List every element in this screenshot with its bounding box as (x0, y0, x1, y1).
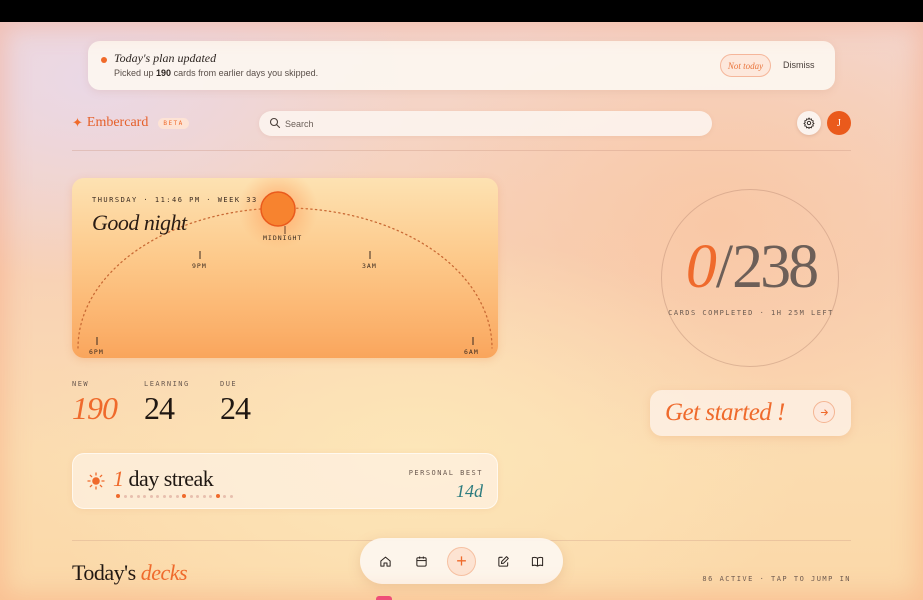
streak-history (116, 494, 233, 498)
stat-learning-label: LEARNING (144, 380, 190, 388)
spark-icon: ✦ (72, 115, 83, 130)
sun-icon (260, 191, 296, 227)
search-input[interactable] (285, 111, 705, 136)
day-progress-card: THURSDAY · 11:46 PM · WEEK 33 Good night… (72, 178, 498, 358)
cards-total: 238 (732, 233, 819, 301)
brand-name: Embercard (86, 115, 149, 130)
streak-day (130, 494, 133, 498)
personal-best-label: PERSONAL BEST (408, 469, 483, 477)
streak-day (123, 494, 127, 498)
personal-best-value: 14d (456, 481, 483, 501)
partial-element (376, 596, 392, 600)
bottom-nav: + (360, 538, 563, 584)
edit-icon (497, 555, 509, 567)
streak-day (223, 494, 226, 498)
decks-heading-accent: decks (140, 560, 188, 585)
streak-day (149, 494, 153, 498)
header-divider (72, 150, 851, 151)
gear-icon (803, 117, 815, 129)
stat-due: DUE 24 (220, 380, 251, 427)
cards-completed: 0 (685, 233, 717, 301)
cards-progress-ring: 0/238 CARDS COMPLETED · 1H 25M LEFT (661, 189, 839, 367)
streak-day (136, 494, 140, 498)
not-today-button[interactable]: Not today (720, 54, 771, 77)
streak-day (189, 494, 193, 498)
stat-due-label: DUE (220, 380, 238, 388)
sun-icon (87, 472, 105, 490)
get-started-button[interactable]: Get started ! (650, 390, 851, 436)
streak-day (209, 494, 212, 498)
label-midnight: MIDNIGHT (263, 234, 303, 242)
settings-button[interactable] (797, 111, 821, 135)
streak-day (156, 494, 159, 498)
brand[interactable]: ✦ Embercard BETA (72, 115, 189, 131)
greeting: Good night (92, 210, 187, 235)
streak-text: 1 day streak (113, 466, 214, 492)
stat-learning: LEARNING 24 (144, 380, 190, 427)
streak-day (196, 494, 199, 498)
streak-day (215, 494, 220, 498)
stat-new-label: NEW (72, 380, 90, 388)
decks-heading-plain: Today's (72, 560, 141, 585)
home-icon (379, 556, 391, 567)
streak-day (229, 494, 233, 498)
streak-label: day streak (128, 466, 214, 491)
nav-home[interactable] (376, 552, 394, 570)
sun-arc (77, 178, 493, 349)
app-window: Today's plan updated Picked up 190 cards… (0, 22, 923, 600)
stat-due-value: 24 (220, 390, 251, 426)
label-9pm: 9PM (192, 262, 207, 270)
streak-day (202, 494, 206, 498)
notice-body-prefix: Picked up (114, 68, 157, 78)
dismiss-button[interactable]: Dismiss (783, 60, 815, 70)
notice-title: Today's plan updated (114, 51, 217, 65)
cards-progress-count: 0/238 (662, 232, 840, 303)
streak-day (182, 494, 186, 498)
plan-updated-notice: Today's plan updated Picked up 190 cards… (88, 41, 835, 90)
notice-body: Picked up 190 cards from earlier days yo… (114, 68, 318, 78)
stat-new-value: 190 (72, 390, 118, 426)
nav-library[interactable] (528, 552, 546, 570)
nav-edit[interactable] (494, 552, 512, 570)
label-6am: 6AM (464, 348, 479, 356)
streak-day (143, 494, 146, 498)
search-bar[interactable] (259, 111, 712, 136)
notice-dot (101, 57, 107, 63)
arrow-right-icon (813, 401, 835, 423)
plus-icon: + (456, 551, 467, 571)
label-6pm: 6PM (89, 348, 104, 356)
notice-body-suffix: cards from earlier days you skipped. (171, 68, 319, 78)
label-3am: 3AM (362, 262, 377, 270)
decks-meta: 86 ACTIVE · TAP TO JUMP IN (702, 575, 851, 583)
get-started-label: Get started ! (665, 399, 785, 426)
cards-progress-subtitle: CARDS COMPLETED · 1H 25M LEFT (668, 309, 834, 317)
nav-calendar[interactable] (412, 552, 430, 570)
streak-day (116, 494, 120, 498)
search-icon (269, 117, 281, 129)
streak-count: 1 (113, 466, 124, 491)
add-card-button[interactable]: + (447, 547, 476, 576)
decks-heading: Today's decks (72, 560, 188, 586)
beta-badge: BETA (158, 117, 189, 129)
date-time-week: THURSDAY · 11:46 PM · WEEK 33 (92, 196, 258, 204)
streak-day (175, 494, 179, 498)
book-icon (531, 556, 543, 567)
stat-learning-value: 24 (144, 390, 175, 426)
notice-body-count: 190 (156, 68, 172, 78)
stat-new: NEW 190 (72, 380, 118, 427)
avatar[interactable]: J (827, 111, 851, 135)
streak-day (162, 494, 166, 498)
progress-slash: / (715, 233, 733, 301)
streak-card[interactable]: 1 day streak PERSONAL BEST 14d (72, 453, 498, 509)
calendar-icon (415, 555, 427, 567)
streak-day (169, 494, 172, 498)
